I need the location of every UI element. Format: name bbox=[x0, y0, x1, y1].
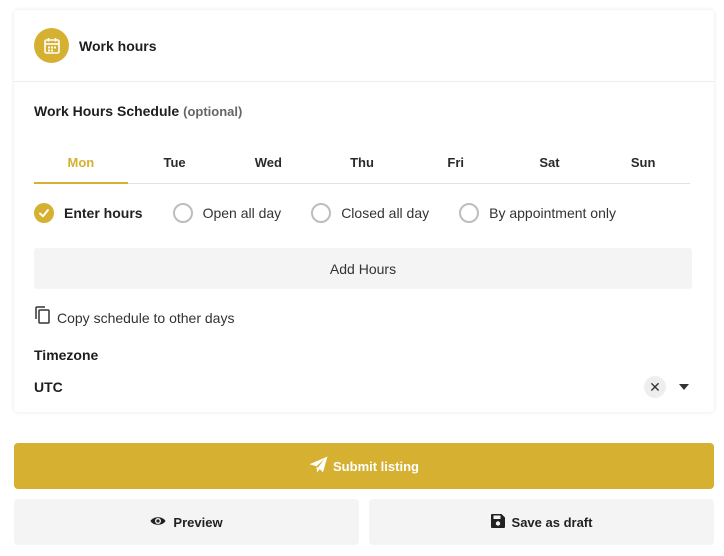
schedule-title-text: Work Hours Schedule bbox=[34, 103, 180, 119]
radio-label: By appointment only bbox=[489, 205, 616, 221]
copy-icon bbox=[34, 306, 51, 329]
save-draft-label: Save as draft bbox=[511, 514, 593, 530]
radio-label: Enter hours bbox=[64, 205, 143, 221]
eye-icon bbox=[150, 515, 166, 530]
copy-schedule-link[interactable]: Copy schedule to other days bbox=[34, 306, 234, 329]
tab-wed[interactable]: Wed bbox=[221, 142, 315, 183]
radio-enter-hours[interactable]: Enter hours bbox=[34, 203, 143, 223]
tab-sat[interactable]: Sat bbox=[503, 142, 597, 183]
tab-tue[interactable]: Tue bbox=[128, 142, 222, 183]
timezone-label: Timezone bbox=[34, 347, 99, 363]
calendar-icon bbox=[34, 28, 69, 63]
check-circle-icon bbox=[34, 203, 54, 223]
radio-circle-icon bbox=[311, 203, 332, 223]
chevron-down-icon[interactable] bbox=[674, 377, 694, 397]
timezone-value: UTC bbox=[34, 379, 63, 395]
radio-circle-icon bbox=[459, 203, 480, 223]
hours-options: Enter hours Open all day Closed all day … bbox=[34, 202, 646, 224]
paper-plane-icon bbox=[309, 456, 328, 476]
tab-thu[interactable]: Thu bbox=[315, 142, 409, 183]
copy-schedule-label: Copy schedule to other days bbox=[57, 309, 235, 326]
schedule-title: Work Hours Schedule (optional) bbox=[34, 103, 242, 119]
submit-label: Submit listing bbox=[333, 458, 419, 474]
radio-open-all-day[interactable]: Open all day bbox=[172, 203, 282, 223]
tab-mon[interactable]: Mon bbox=[34, 142, 128, 184]
submit-listing-button[interactable]: Submit listing bbox=[14, 443, 714, 489]
save-icon bbox=[490, 513, 505, 531]
preview-label: Preview bbox=[173, 514, 223, 530]
add-hours-button[interactable]: Add Hours bbox=[34, 248, 692, 289]
optional-label: (optional) bbox=[183, 104, 243, 119]
tab-fri[interactable]: Fri bbox=[409, 142, 503, 183]
card-header: Work hours bbox=[14, 10, 714, 82]
save-draft-button[interactable]: Save as draft bbox=[369, 499, 714, 545]
clear-icon[interactable]: ✕ bbox=[644, 376, 666, 398]
preview-button[interactable]: Preview bbox=[14, 499, 359, 545]
timezone-select[interactable]: UTC ✕ bbox=[34, 373, 694, 401]
card-title: Work hours bbox=[79, 37, 157, 54]
work-hours-card: Work hours Work Hours Schedule (optional… bbox=[14, 10, 714, 412]
radio-by-appointment[interactable]: By appointment only bbox=[459, 203, 616, 223]
radio-closed-all-day[interactable]: Closed all day bbox=[311, 203, 429, 223]
radio-label: Closed all day bbox=[341, 205, 430, 221]
radio-label: Open all day bbox=[202, 205, 282, 221]
day-tabs: Mon Tue Wed Thu Fri Sat Sun bbox=[34, 142, 690, 184]
radio-circle-icon bbox=[172, 203, 193, 223]
tab-sun[interactable]: Sun bbox=[596, 142, 690, 183]
